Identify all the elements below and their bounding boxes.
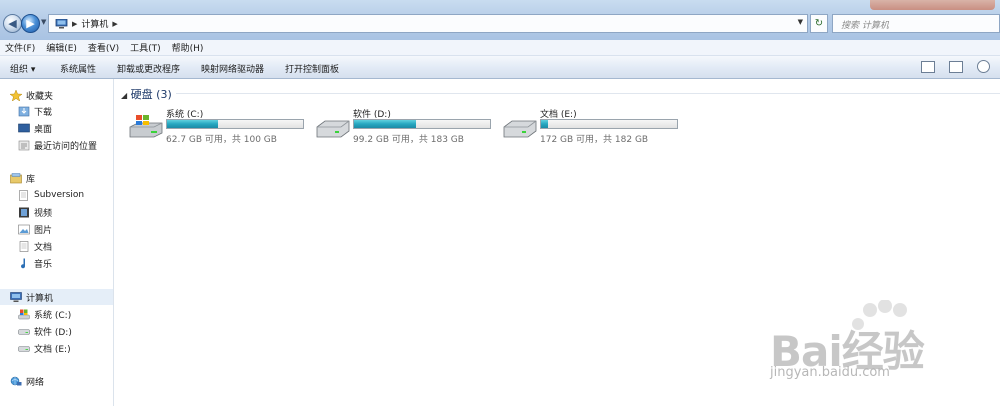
menu-view[interactable]: 查看(V) [88, 41, 119, 54]
drive-usage-bar [353, 119, 491, 129]
change-view-icon[interactable] [921, 60, 935, 73]
address-bar[interactable]: ▶ 计算机 ▶ ▼ [48, 14, 808, 33]
forward-button[interactable]: ▶ [21, 14, 40, 33]
uninstall-program-button[interactable]: 卸载或更改程序 [117, 62, 180, 75]
drive-size-text: 99.2 GB 可用，共 183 GB [353, 135, 464, 145]
network-icon [10, 376, 22, 385]
star-icon [10, 89, 22, 101]
nav-item-label: 系统 (C:) [34, 310, 72, 321]
navigation-pane: 收藏夹 下载 桌面 最近访问的位置 库 Subversion 视频 图片 文档 … [0, 79, 114, 406]
documents-icon [19, 240, 29, 252]
nav-item-label: 桌面 [34, 124, 53, 135]
command-bar: 组织 ▾ 系统属性 卸载或更改程序 映射网络驱动器 打开控制面板 [0, 56, 1000, 79]
download-folder-icon [18, 106, 30, 116]
computer-icon [55, 18, 68, 28]
picture-icon [18, 224, 30, 234]
nav-network-label: 网络 [26, 377, 45, 388]
nav-favorites-label: 收藏夹 [26, 91, 54, 102]
recent-places-icon [18, 140, 30, 150]
nav-item-label: Subversion [34, 190, 85, 200]
nav-item-desktop[interactable]: 桌面 [18, 120, 110, 136]
drive-item-d[interactable]: 软件 (D:) 99.2 GB 可用，共 183 GB [315, 105, 495, 145]
window-controls[interactable] [870, 0, 995, 10]
drive-usage-bar [166, 119, 304, 129]
nav-item-label: 最近访问的位置 [34, 141, 98, 152]
drive-icon [503, 120, 537, 138]
library-icon [10, 172, 22, 183]
breadcrumb-separator-icon[interactable]: ▶ [112, 20, 117, 28]
system-drive-icon [129, 115, 163, 138]
music-icon [21, 258, 26, 268]
refresh-button[interactable]: ↻ [810, 14, 828, 33]
drive-icon [18, 328, 30, 335]
nav-item-label: 视频 [34, 208, 53, 219]
nav-item-downloads[interactable]: 下载 [18, 103, 110, 119]
menu-edit[interactable]: 编辑(E) [46, 41, 77, 54]
nav-item-pictures[interactable]: 图片 [18, 221, 110, 237]
nav-item-label: 文档 [34, 242, 53, 253]
nav-item-subversion[interactable]: Subversion [18, 187, 110, 203]
menu-file[interactable]: 文件(F) [5, 41, 35, 54]
group-title: 硬盘 (3) [130, 88, 172, 101]
drive-usage-fill [354, 120, 417, 128]
system-drive-icon [18, 309, 30, 319]
search-input[interactable]: 搜索 计算机 [832, 14, 1000, 33]
nav-item-label: 下载 [34, 107, 53, 118]
menu-tools[interactable]: 工具(T) [130, 41, 161, 54]
nav-favorites[interactable]: 收藏夹 [10, 87, 110, 103]
drive-item-c[interactable]: 系统 (C:) 62.7 GB 可用，共 100 GB [128, 105, 308, 145]
nav-item-drive-c[interactable]: 系统 (C:) [18, 306, 110, 322]
map-network-drive-button[interactable]: 映射网络驱动器 [201, 62, 264, 75]
watermark-url: jingyan.baidu.com [770, 365, 890, 380]
address-dropdown-icon[interactable]: ▼ [798, 18, 803, 26]
drive-size-text: 62.7 GB 可用，共 100 GB [166, 135, 277, 145]
menu-help[interactable]: 帮助(H) [172, 41, 204, 54]
drive-icon [18, 345, 30, 352]
nav-item-label: 图片 [34, 225, 53, 236]
back-arrow-icon: ◀ [8, 17, 17, 30]
nav-item-videos[interactable]: 视频 [18, 204, 110, 220]
nav-item-label: 文档 (E:) [34, 344, 71, 355]
nav-item-drive-d[interactable]: 软件 (D:) [18, 323, 110, 339]
nav-computer-label: 计算机 [26, 293, 54, 304]
drive-usage-fill [167, 120, 218, 128]
forward-arrow-icon: ▶ [26, 17, 35, 30]
view-controls [921, 60, 990, 73]
nav-libraries[interactable]: 库 [10, 170, 110, 186]
drive-usage-bar [540, 119, 678, 129]
nav-libraries-label: 库 [26, 174, 36, 185]
nav-computer[interactable]: 计算机 [0, 289, 113, 305]
back-button[interactable]: ◀ [3, 14, 22, 33]
nav-item-drive-e[interactable]: 文档 (E:) [18, 340, 110, 356]
drive-size-text: 172 GB 可用，共 182 GB [540, 135, 649, 145]
desktop-icon [18, 123, 30, 132]
refresh-icon: ↻ [814, 18, 824, 29]
nav-network[interactable]: 网络 [10, 373, 110, 389]
breadcrumb-separator-icon[interactable]: ▶ [72, 20, 77, 28]
group-divider [176, 93, 1000, 94]
drive-usage-fill [541, 120, 549, 128]
nav-item-documents[interactable]: 文档 [18, 238, 110, 254]
nav-item-recent-places[interactable]: 最近访问的位置 [18, 137, 110, 153]
nav-item-label: 音乐 [34, 259, 53, 270]
drive-item-e[interactable]: 文档 (E:) 172 GB 可用，共 182 GB [502, 105, 682, 145]
organize-button[interactable]: 组织 ▾ [10, 62, 35, 75]
menu-bar: 文件(F) 编辑(E) 查看(V) 工具(T) 帮助(H) [0, 40, 1000, 56]
group-header-hard-disks[interactable]: ◢ 硬盘 (3) [121, 86, 172, 102]
system-properties-button[interactable]: 系统属性 [60, 62, 96, 75]
open-control-panel-button[interactable]: 打开控制面板 [285, 62, 339, 75]
preview-pane-icon[interactable] [949, 60, 963, 73]
recent-pages-dropdown[interactable]: ▼ [41, 18, 46, 26]
collapse-icon[interactable]: ◢ [121, 91, 127, 100]
help-icon[interactable] [977, 60, 990, 73]
drive-icon [316, 120, 350, 138]
breadcrumb-computer[interactable]: 计算机 [81, 17, 108, 30]
document-library-icon [19, 189, 28, 201]
computer-icon [10, 291, 22, 302]
nav-item-music[interactable]: 音乐 [18, 255, 110, 271]
nav-item-label: 软件 (D:) [34, 327, 72, 338]
video-icon [19, 207, 29, 217]
